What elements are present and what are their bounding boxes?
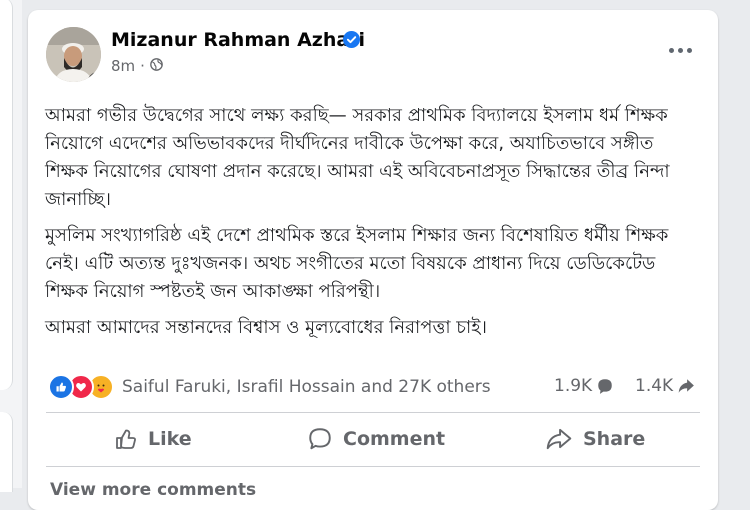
avatar[interactable]	[46, 27, 101, 82]
stats-divider	[46, 412, 700, 413]
adjacent-card-edge-lower	[0, 412, 13, 492]
share-arrow-icon	[546, 428, 572, 450]
share-count-value: 1.4K	[635, 376, 674, 396]
comment-button[interactable]: Comment	[307, 420, 445, 458]
author-name[interactable]: Mizanur Rahman Azhari	[111, 29, 365, 51]
comment-bubble-icon	[309, 428, 331, 450]
post-paragraph-1: আমরা গভীর উদ্বেগের সাথে লক্ষ্য করছি— সরক…	[45, 105, 670, 210]
comment-count[interactable]: 1.9K	[554, 376, 614, 396]
share-button-label: Share	[583, 428, 646, 450]
post-card: Mizanur Rahman Azhari 8m · আমরা গভীর উদ্…	[28, 10, 718, 510]
share-count[interactable]: 1.4K	[635, 376, 695, 396]
globe-icon[interactable]	[150, 57, 163, 75]
post-time[interactable]: 8m	[111, 57, 135, 75]
post-paragraph-3: আমরা আমাদের সন্তানদের বিশ্বাস ও মূল্যবোধ…	[45, 317, 487, 338]
post-body: আমরা গভীর উদ্বেগের সাথে লক্ষ্য করছি— সরক…	[45, 102, 695, 350]
actions-divider	[46, 466, 700, 467]
post-meta: 8m ·	[111, 57, 163, 75]
like-button-label: Like	[148, 428, 192, 450]
share-button[interactable]: Share	[545, 420, 645, 458]
adjacent-card-edge	[0, 0, 13, 390]
comment-count-value: 1.9K	[554, 376, 593, 396]
more-options-icon[interactable]	[669, 48, 692, 53]
meta-separator: ·	[140, 57, 145, 75]
view-more-comments-link[interactable]: View more comments	[50, 480, 256, 500]
comment-count-icon	[598, 379, 612, 394]
comment-button-label: Comment	[343, 428, 446, 450]
like-reaction-icon	[48, 374, 74, 400]
avatar-photo	[46, 27, 101, 82]
left-background-strip	[0, 0, 22, 492]
verified-badge-icon	[343, 31, 360, 52]
reaction-summary[interactable]: Saiful Faruki, Israfil Hossain and 27K o…	[48, 374, 491, 400]
thumbs-up-icon	[116, 429, 136, 449]
post-paragraph-2: মুসলিম সংখ্যাগরিষ্ঠ এই দেশে প্রাথমিক স্ত…	[45, 225, 669, 302]
share-count-icon	[678, 379, 695, 393]
like-button[interactable]: Like	[114, 420, 192, 458]
reaction-names[interactable]: Saiful Faruki, Israfil Hossain and 27K o…	[122, 377, 491, 397]
